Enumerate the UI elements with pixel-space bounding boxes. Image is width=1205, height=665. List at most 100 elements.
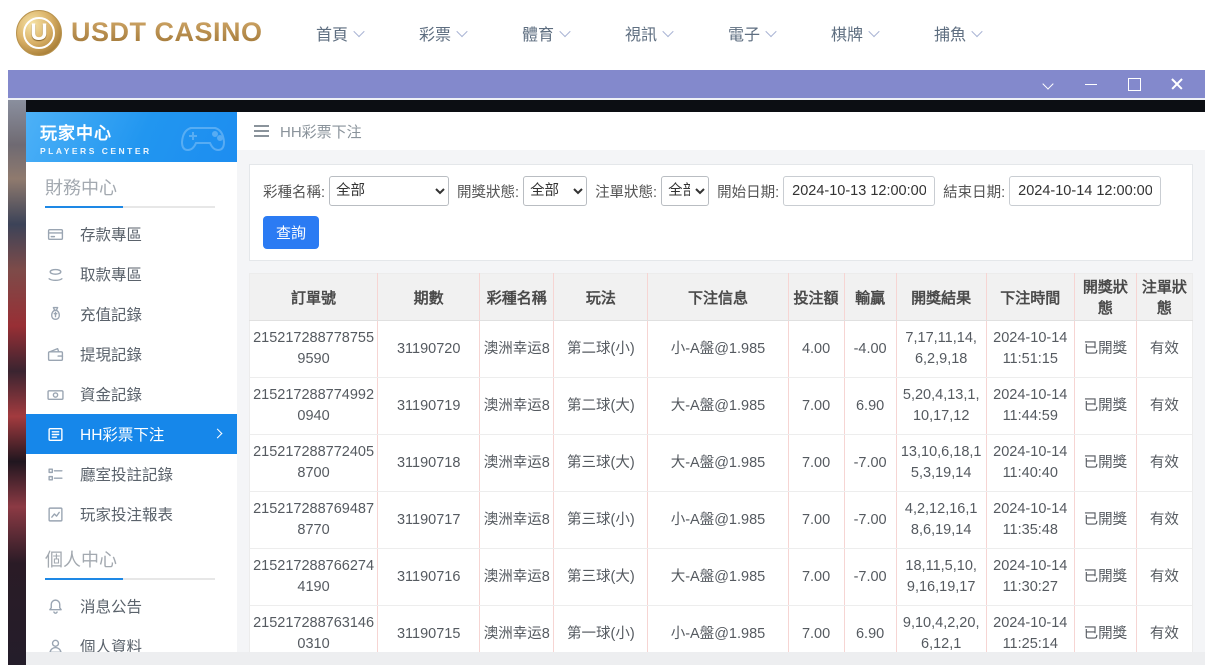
table-cell: 澳洲幸运8 (480, 435, 554, 492)
table-cell: 31190717 (378, 492, 480, 549)
nav-item[interactable]: 彩票 (391, 21, 494, 45)
table-cell: 小-A盤@1.985 (648, 492, 788, 549)
nav-item[interactable]: 視訊 (597, 21, 700, 45)
table-cell: 有效 (1136, 321, 1192, 378)
table-cell: 澳洲幸运8 (480, 549, 554, 606)
bets-table-wrap: 訂單號期數彩種名稱玩法下注信息投注額輸贏開獎結果下注時間開獎狀態注單狀態 215… (249, 273, 1193, 665)
players-center-window: 玩家中心 PLAYERS CENTER 財務中心存款專區取款專區充值記錄提現記錄… (8, 70, 1205, 665)
table-cell: 大-A盤@1.985 (648, 549, 788, 606)
breadcrumb: HH彩票下注 (237, 112, 1205, 150)
table-cell: 4.00 (788, 321, 844, 378)
chevron-down-icon (559, 25, 570, 36)
table-cell: 31190720 (378, 321, 480, 378)
page-title: HH彩票下注 (280, 121, 362, 142)
lottery-bet-icon (47, 425, 65, 443)
table-cell: 大-A盤@1.985 (648, 378, 788, 435)
nav-item[interactable]: 捕魚 (906, 21, 1009, 45)
table-cell: 大-A盤@1.985 (648, 435, 788, 492)
sidebar-header: 玩家中心 PLAYERS CENTER (26, 112, 237, 162)
table-cell: 澳洲幸运8 (480, 321, 554, 378)
table-cell: 2152172887749920940 (250, 378, 378, 435)
table-cell: 有效 (1136, 549, 1192, 606)
lottery-name-label: 彩種名稱: (263, 181, 325, 202)
table-cell: 4,2,12,16,18,6,19,14 (896, 492, 986, 549)
start-date-input[interactable] (783, 176, 935, 206)
close-icon[interactable] (1169, 76, 1185, 92)
start-date-label: 開始日期: (717, 181, 779, 202)
section-title: 財務中心 (26, 162, 237, 206)
table-cell: 2024-10-14 11:30:27 (986, 549, 1074, 606)
table-cell: 7.00 (788, 492, 844, 549)
chevron-down-icon[interactable] (1040, 76, 1056, 92)
sidebar-item-label: 取款專區 (80, 263, 142, 285)
lottery-name-select[interactable]: 全部 (329, 176, 449, 206)
sidebar-item-label: 資金記錄 (80, 383, 142, 405)
chevron-down-icon (662, 25, 673, 36)
sidebar-item[interactable]: 消息公告 (26, 586, 237, 626)
background-photo-strip (8, 100, 26, 665)
table-cell: 已開獎 (1074, 549, 1136, 606)
column-header: 輸贏 (844, 274, 896, 321)
table-cell: 第二球(小) (554, 321, 648, 378)
search-button[interactable]: 查詢 (263, 216, 319, 249)
window-body: 玩家中心 PLAYERS CENTER 財務中心存款專區取款專區充值記錄提現記錄… (8, 100, 1205, 665)
section-title: 個人中心 (26, 534, 237, 578)
sidebar-item[interactable]: HH彩票下注 (26, 414, 237, 454)
nav-item[interactable]: 電子 (700, 21, 803, 45)
nav-item[interactable]: 體育 (494, 21, 597, 45)
sidebar-item-label: HH彩票下注 (80, 423, 164, 445)
menu-toggle-icon[interactable] (254, 125, 269, 137)
table-cell: 第三球(大) (554, 549, 648, 606)
draw-status-select[interactable]: 全部 (523, 176, 587, 206)
notice-icon (47, 597, 65, 615)
table-cell: 2024-10-14 11:35:48 (986, 492, 1074, 549)
sidebar-item[interactable]: 取款專區 (26, 254, 237, 294)
table-cell: 31190719 (378, 378, 480, 435)
chevron-down-icon (353, 25, 364, 36)
withdraw-icon (47, 265, 65, 283)
column-header: 玩法 (554, 274, 648, 321)
table-cell: 2152172887694878770 (250, 492, 378, 549)
sidebar-item[interactable]: 提現記錄 (26, 334, 237, 374)
sidebar-item[interactable]: 廳室投註記錄 (26, 454, 237, 494)
sidebar-item-label: 玩家投注報表 (80, 503, 173, 525)
table-cell: 有效 (1136, 435, 1192, 492)
table-cell: -7.00 (844, 492, 896, 549)
nav-item[interactable]: 棋牌 (803, 21, 906, 45)
sidebar-item[interactable]: 充值記錄 (26, 294, 237, 334)
order-status-select[interactable]: 全部 (661, 176, 709, 206)
table-cell: 第三球(大) (554, 435, 648, 492)
site-topbar: U USDT CASINO 首頁彩票體育視訊電子棋牌捕魚 (0, 0, 1205, 65)
column-header: 期數 (378, 274, 480, 321)
minimize-icon[interactable] (1083, 76, 1099, 92)
sidebar-item-label: 提現記錄 (80, 343, 142, 365)
end-date-label: 結束日期: (943, 181, 1005, 202)
sidebar-item[interactable]: 玩家投注報表 (26, 494, 237, 534)
sidebar-item-label: 廳室投註記錄 (80, 463, 173, 485)
chevron-down-icon (868, 25, 879, 36)
table-cell: 5,20,4,13,1,10,17,12 (896, 378, 986, 435)
table-row: 215217288774992094031190719澳洲幸运8第二球(大)大-… (250, 378, 1193, 435)
nav-item[interactable]: 首頁 (288, 21, 391, 45)
table-cell: 2152172887724058700 (250, 435, 378, 492)
table-row: 215217288772405870031190718澳洲幸运8第三球(大)大-… (250, 435, 1193, 492)
logo-coin-icon: U (16, 10, 62, 56)
end-date-input[interactable] (1009, 176, 1161, 206)
sidebar-item-label: 消息公告 (80, 595, 142, 617)
table-cell: 有效 (1136, 378, 1192, 435)
gamepad-icon (177, 116, 229, 156)
sidebar-item[interactable]: 資金記錄 (26, 374, 237, 414)
maximize-icon[interactable] (1126, 76, 1142, 92)
sidebar: 玩家中心 PLAYERS CENTER 財務中心存款專區取款專區充值記錄提現記錄… (26, 112, 237, 665)
table-cell: 7.00 (788, 378, 844, 435)
column-header: 注單狀態 (1136, 274, 1192, 321)
recharge-record-icon (47, 305, 65, 323)
table-cell: 2024-10-14 11:40:40 (986, 435, 1074, 492)
main-area: HH彩票下注 彩種名稱: 全部 開獎狀態: 全部 (237, 112, 1205, 665)
table-cell: 已開獎 (1074, 435, 1136, 492)
table-body: 215217288778755959031190720澳洲幸运8第二球(小)小-… (250, 321, 1193, 665)
site-logo[interactable]: U USDT CASINO (16, 10, 266, 56)
sidebar-item[interactable]: 存款專區 (26, 214, 237, 254)
chevron-down-icon (971, 25, 982, 36)
table-cell: 澳洲幸运8 (480, 492, 554, 549)
